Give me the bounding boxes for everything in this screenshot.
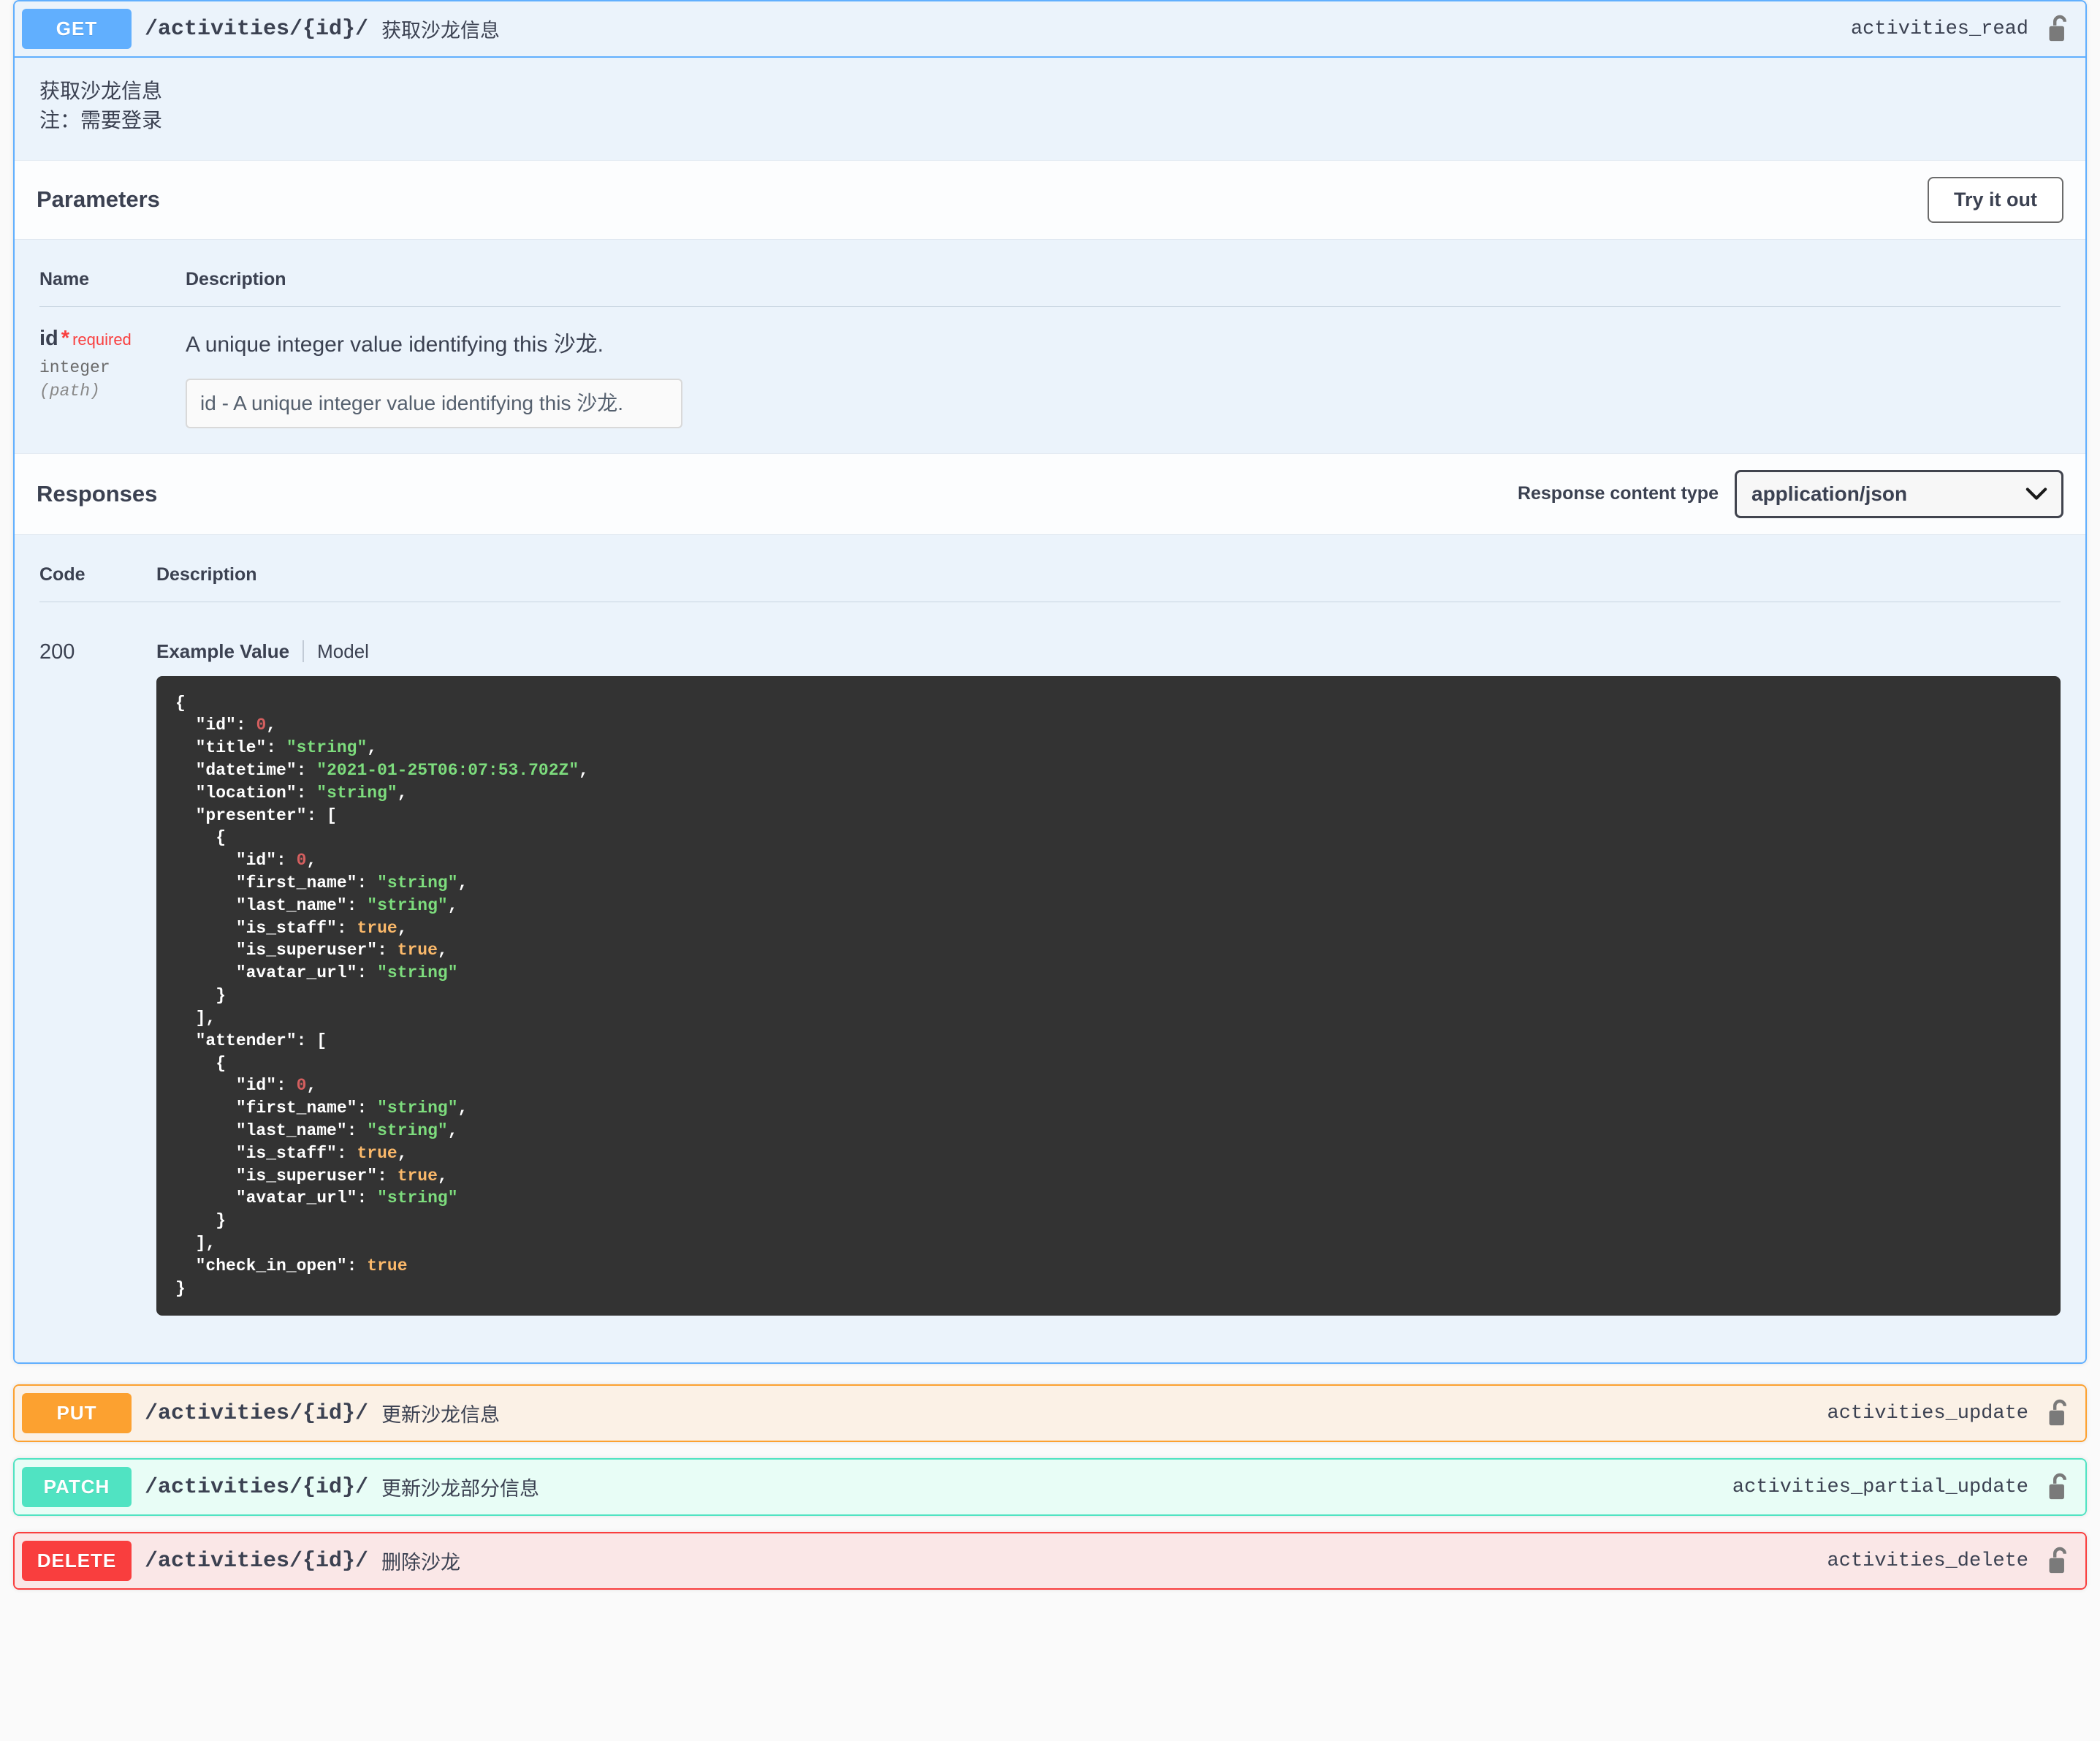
opblock-put-activities-update[interactable]: PUT /activities/{id}/ 更新沙龙信息 activities_…: [13, 1384, 2087, 1443]
opblock-summary-get[interactable]: GET /activities/{id}/ 获取沙龙信息 activities_…: [15, 1, 2085, 58]
http-method-badge-get: GET: [22, 9, 132, 49]
swagger-operations-page: GET /activities/{id}/ 获取沙龙信息 activities_…: [0, 0, 2100, 1590]
parameter-description: A unique integer value identifying this …: [186, 332, 604, 357]
operation-path: /activities/{id}/: [145, 16, 369, 42]
operation-id-delete: activities_delete: [1827, 1550, 2028, 1572]
required-star-icon: *: [61, 326, 70, 350]
example-model-tabs: Example Value Model: [156, 621, 2061, 676]
http-method-badge-delete: DELETE: [22, 1541, 132, 1582]
parameters-title: Parameters: [37, 186, 160, 212]
parameter-row: id * required integer (path) A unique inte…: [39, 306, 2061, 428]
tab-model[interactable]: Model: [304, 640, 382, 663]
opblock-get-activities-read: GET /activities/{id}/ 获取沙龙信息 activities_…: [13, 0, 2087, 1365]
parameter-description-cell: A unique integer value identifying this …: [186, 306, 2061, 428]
operation-path-put: /activities/{id}/: [145, 1400, 369, 1426]
operation-id-put: activities_update: [1827, 1402, 2028, 1425]
parameter-id-input[interactable]: [186, 378, 682, 428]
parameter-location: (path): [39, 382, 100, 401]
parameters-table: Name Description id * required integer (pa…: [39, 251, 2061, 428]
opblock-delete-activities-delete[interactable]: DELETE /activities/{id}/ 删除沙龙 activities…: [13, 1532, 2087, 1590]
opblock-summary-put[interactable]: PUT /activities/{id}/ 更新沙龙信息 activities_…: [15, 1386, 2085, 1441]
operation-summary-delete: 删除沙龙: [381, 1552, 461, 1574]
required-label: required: [72, 330, 132, 349]
response-content-type-select-wrap: application/json: [1735, 469, 2063, 518]
description-line-1: 获取沙龙信息: [39, 80, 163, 102]
parameters-header-band: Parameters Try it out: [15, 159, 2085, 240]
unlocked-padlock-icon[interactable]: [2047, 1546, 2078, 1577]
operation-id: activities_read: [1850, 18, 2028, 40]
responses-table: Code Description 200 Example Value Model…: [39, 546, 2061, 1338]
http-method-badge-patch: PATCH: [22, 1467, 132, 1508]
response-content-type-label: Response content type: [1517, 483, 1719, 504]
unlocked-padlock-icon[interactable]: [2047, 1398, 2078, 1429]
response-code-cell: 200: [39, 602, 156, 1338]
column-header-code: Code: [39, 546, 156, 602]
parameter-name: id: [39, 326, 58, 350]
parameters-table-wrap: Name Description id * required integer (pa…: [15, 239, 2085, 453]
example-value-code-block[interactable]: { "id": 0, "title": "string", "datetime"…: [156, 675, 2061, 1316]
opblock-patch-activities-partial-update[interactable]: PATCH /activities/{id}/ 更新沙龙部分信息 activit…: [13, 1458, 2087, 1517]
operation-path-patch: /activities/{id}/: [145, 1474, 369, 1500]
parameters-table-head-row: Name Description: [39, 251, 2061, 307]
column-header-description: Description: [186, 251, 2061, 307]
unlocked-padlock-icon[interactable]: [2047, 14, 2078, 45]
example-value-json: { "id": 0, "title": "string", "datetime"…: [175, 693, 589, 1298]
responses-title: Responses: [37, 480, 158, 507]
operation-path-delete: /activities/{id}/: [145, 1548, 369, 1574]
operation-description: 获取沙龙信息 注：需要登录: [15, 58, 2085, 160]
response-row: 200 Example Value Model { "id": 0, "titl…: [39, 602, 2061, 1338]
description-line-2: 注：需要登录: [39, 108, 163, 132]
opblock-summary-delete[interactable]: DELETE /activities/{id}/ 删除沙龙 activities…: [15, 1533, 2085, 1589]
http-method-badge-put: PUT: [22, 1393, 132, 1434]
operation-summary-patch: 更新沙龙部分信息: [381, 1478, 540, 1501]
operation-summary-put: 更新沙龙信息: [381, 1404, 501, 1427]
response-status-code: 200: [39, 640, 75, 664]
responses-table-wrap: Code Description 200 Example Value Model…: [15, 534, 2085, 1363]
parameter-name-cell: id * required integer (path): [39, 306, 186, 428]
opblock-summary-patch[interactable]: PATCH /activities/{id}/ 更新沙龙部分信息 activit…: [15, 1460, 2085, 1515]
unlocked-padlock-icon[interactable]: [2047, 1472, 2078, 1503]
responses-table-head-row: Code Description: [39, 546, 2061, 602]
parameter-name-wrap: id * required: [39, 326, 186, 352]
operation-id-patch: activities_partial_update: [1732, 1476, 2028, 1498]
column-header-response-description: Description: [156, 546, 2061, 602]
column-header-name: Name: [39, 251, 186, 307]
operation-summary: 获取沙龙信息: [381, 20, 501, 42]
response-content-type-select[interactable]: application/json: [1735, 469, 2063, 518]
tab-example-value[interactable]: Example Value: [156, 640, 303, 663]
responses-header-band: Responses Response content type applicat…: [15, 452, 2085, 535]
parameter-type: integer: [39, 358, 110, 378]
try-it-out-button[interactable]: Try it out: [1928, 176, 2063, 223]
response-body-cell: Example Value Model { "id": 0, "title": …: [156, 602, 2061, 1338]
